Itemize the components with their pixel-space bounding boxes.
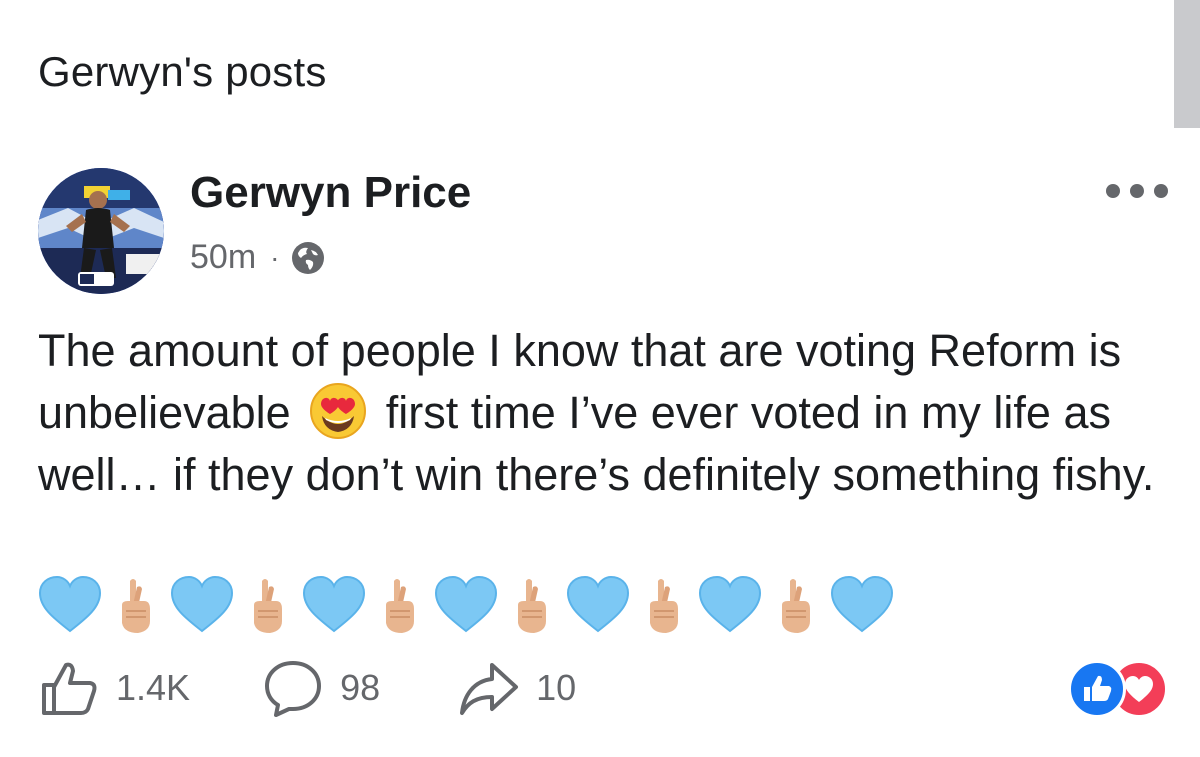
post-body: The amount of people I know that are vot… — [38, 320, 1178, 506]
more-dot — [1130, 184, 1144, 198]
crossed-fingers-icon — [782, 579, 810, 633]
light-blue-heart-icon — [698, 575, 762, 633]
light-blue-heart-icon — [434, 575, 498, 633]
crossed-fingers-icon — [518, 579, 546, 633]
emoji-row — [38, 575, 898, 635]
like-count: 1.4K — [116, 667, 191, 708]
crossed-fingers-icon — [122, 579, 150, 633]
author-name[interactable]: Gerwyn Price — [190, 168, 471, 218]
post-timestamp[interactable]: 50m — [190, 238, 256, 277]
like-button[interactable]: 1.4K — [38, 657, 190, 719]
avatar-image — [38, 168, 164, 294]
share-button[interactable]: 10 — [458, 657, 576, 719]
globe-icon[interactable] — [291, 241, 325, 275]
more-options-button[interactable] — [1106, 180, 1168, 202]
page-title: Gerwyn's posts — [38, 48, 327, 95]
scrollbar-thumb[interactable] — [1174, 0, 1200, 128]
thumbs-up-icon — [42, 662, 97, 715]
like-reaction-icon — [1068, 660, 1126, 718]
more-dot — [1106, 184, 1120, 198]
light-blue-heart-icon — [302, 575, 366, 633]
heart-eyes-emoji-icon — [310, 383, 367, 439]
crossed-fingers-icon — [386, 579, 414, 633]
share-count: 10 — [536, 667, 577, 708]
comment-bubble-icon — [265, 661, 322, 717]
post-meta: 50m · — [190, 238, 325, 277]
light-blue-heart-icon — [38, 575, 102, 633]
light-blue-heart-icon — [566, 575, 630, 633]
crossed-fingers-icon — [254, 579, 282, 633]
comment-count: 98 — [340, 667, 381, 708]
meta-separator: · — [270, 241, 280, 273]
avatar[interactable] — [38, 168, 164, 294]
share-arrow-icon — [460, 663, 519, 715]
crossed-fingers-icon — [650, 579, 678, 633]
comment-button[interactable]: 98 — [262, 657, 380, 719]
light-blue-heart-icon — [170, 575, 234, 633]
light-blue-heart-icon — [830, 575, 894, 633]
more-dot — [1154, 184, 1168, 198]
reactions-summary[interactable] — [1068, 660, 1168, 718]
post-actions-bar: 1.4K 98 10 — [38, 656, 576, 720]
